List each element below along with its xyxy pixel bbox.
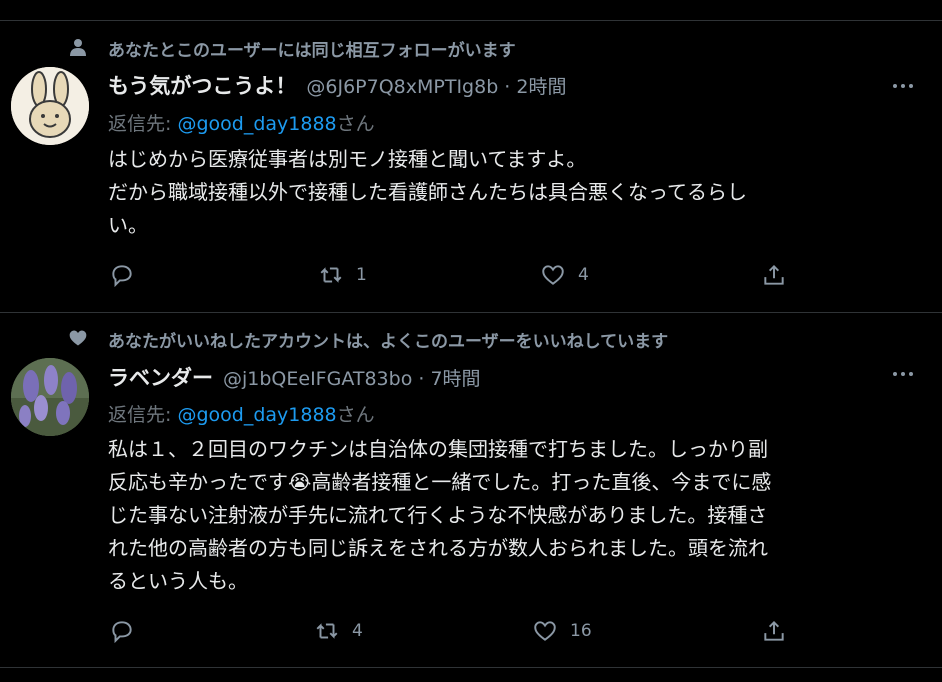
reply-icon	[112, 621, 132, 644]
retweet-icon	[320, 267, 342, 283]
reply-mention-link[interactable]: @good_day1888	[177, 113, 336, 135]
heart-outline-icon	[534, 621, 556, 641]
bottom-divider	[0, 667, 942, 668]
retweet-icon	[316, 623, 338, 639]
display-name[interactable]: もう気がつこうよ！	[108, 70, 296, 100]
person-icon	[70, 39, 86, 56]
like-count: 16	[570, 621, 592, 641]
display-name[interactable]: ラベンダー	[108, 362, 213, 392]
reply-suffix: さん	[336, 113, 375, 135]
handle-time[interactable]: @j1bQEeIFGAT83bo · 7時間	[223, 364, 481, 391]
share-icon	[764, 264, 784, 285]
share-button[interactable]	[761, 262, 787, 288]
heart-icon	[69, 330, 87, 346]
tweet-text-line: だから職域接種以外で接種した看護師さんたちは具合悪くなってるらし	[108, 180, 747, 204]
more-options-icon[interactable]	[888, 74, 918, 98]
social-context: あなたとこのユーザーには同じ相互フォローがいます	[108, 41, 516, 61]
tweet-text-line: じた事ない注射液が手先に流れて行くような不快感がありました。接種さ	[108, 503, 768, 527]
tweet-text: 私は１、２回目のワクチンは自治体の集団接種で打ちました。しっかり副 反応も辛かっ…	[108, 433, 898, 598]
tweet-text-line: はじめから医療従事者は別モノ接種と聞いてますよ。	[108, 147, 587, 171]
reply-button[interactable]	[109, 262, 135, 288]
tweet-text: はじめから医療従事者は別モノ接種と聞いてますよ。 だから職域接種以外で接種した看…	[108, 143, 898, 242]
reply-icon	[112, 265, 132, 288]
tweet-text-line: い。	[108, 213, 148, 237]
reply-suffix: さん	[336, 404, 375, 426]
reply-mention-link[interactable]: @good_day1888	[177, 404, 336, 426]
reply-button[interactable]	[109, 618, 135, 644]
reply-prefix: 返信先:	[108, 113, 178, 135]
reply-to: 返信先: @good_day1888さん	[108, 109, 375, 136]
reply-to: 返信先: @good_day1888さん	[108, 400, 375, 427]
heart-outline-icon	[542, 265, 564, 285]
tweet-2[interactable]: あなたがいいねしたアカウントは、よくこのユーザーをいいねしています ラベンダー …	[0, 312, 942, 667]
tweet-text-line: 私は１、２回目のワクチンは自治体の集団接種で打ちました。しっかり副	[108, 437, 768, 461]
retweet-count: 4	[352, 621, 363, 641]
retweet-button[interactable]: 1	[318, 262, 367, 288]
bunny-avatar-icon	[11, 67, 89, 145]
lavender-avatar-icon	[11, 358, 89, 436]
retweet-count: 1	[356, 265, 367, 285]
retweet-button[interactable]: 4	[314, 618, 363, 644]
avatar[interactable]	[11, 67, 89, 145]
like-button[interactable]: 4	[540, 262, 589, 288]
tweet-1[interactable]: あなたとこのユーザーには同じ相互フォローがいます もう気がつこうよ！ @6J6P…	[0, 0, 942, 312]
share-button[interactable]	[761, 618, 787, 644]
social-context: あなたがいいねしたアカウントは、よくこのユーザーをいいねしています	[108, 332, 669, 352]
handle-time[interactable]: @6J6P7Q8xMPTIg8b · 2時間	[306, 72, 566, 99]
like-button[interactable]: 16	[532, 618, 592, 644]
avatar[interactable]	[11, 358, 89, 436]
share-icon	[764, 620, 784, 641]
like-count: 4	[578, 265, 589, 285]
tweet-text-line: 反応も辛かったです😭高齢者接種と一緒でした。打った直後、今までに感	[108, 470, 772, 494]
more-options-icon[interactable]	[888, 362, 918, 386]
reply-prefix: 返信先:	[108, 404, 178, 426]
tweet-text-line: れた他の高齢者の方も同じ訴えをされる方が数人おられました。頭を流れ	[108, 536, 768, 560]
tweet-text-line: るという人も。	[108, 569, 248, 593]
